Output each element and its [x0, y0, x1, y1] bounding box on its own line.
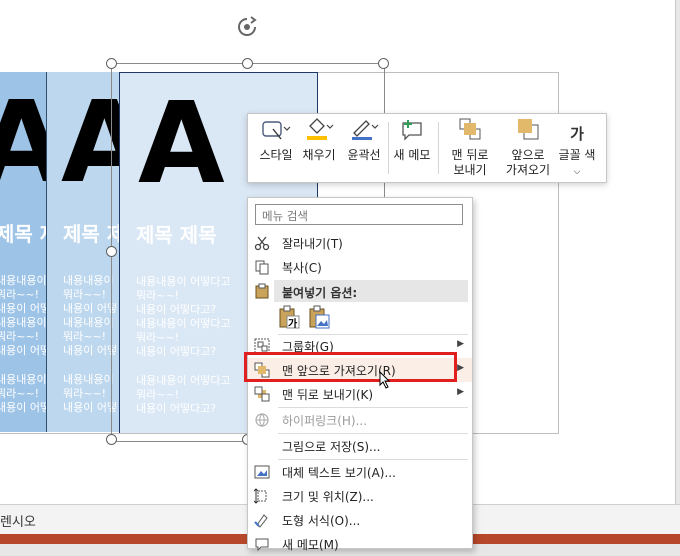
hyperlink-icon [254, 412, 270, 428]
outline-pen-icon [349, 117, 379, 144]
style-button[interactable]: 스타일 [254, 118, 298, 178]
menu-item-cut[interactable]: 잘라내기(T) [248, 231, 472, 255]
resize-handle-top[interactable] [242, 58, 253, 69]
card-title: 제목 제 [63, 222, 121, 246]
toolbar-separator [438, 122, 439, 174]
card-letter: A [138, 79, 225, 209]
scissors-icon [254, 235, 270, 251]
bring-forward-icon [516, 117, 540, 144]
submenu-arrow-icon: ▶ [457, 363, 464, 373]
toolbar-separator [388, 122, 389, 174]
menu-item-save-as-picture[interactable]: 그림으로 저장(S)... [248, 434, 472, 458]
menu-item-hyperlink: 하이퍼링크(H)... [248, 408, 472, 432]
status-text: 렌시오 [0, 515, 36, 530]
menu-item-alt-text[interactable]: 대체 텍스트 보기(A)... [248, 460, 472, 484]
fill-bucket-icon [304, 117, 334, 144]
paste-options-header: 붙여넣기 옵션: [274, 280, 468, 302]
new-comment-icon [254, 536, 270, 552]
new-comment-button[interactable]: 새 메모 [390, 118, 434, 178]
resize-handle-bottom-left[interactable] [106, 434, 117, 445]
send-to-back-icon [254, 386, 270, 402]
menu-item-format-shape[interactable]: 도형 서식(O)... [248, 508, 472, 532]
chevron-down-icon: ⌵ [573, 167, 581, 177]
copy-icon [254, 259, 270, 275]
font-color-button[interactable]: 가 글꼴 색 ⌵ [554, 118, 600, 178]
card-body-bottom: 내용내용이 뭐라~~! 내용이 어떻 [63, 373, 118, 414]
format-shape-icon [254, 512, 270, 528]
card-letter: A [61, 78, 121, 208]
group-icon [254, 338, 270, 354]
font-color-icon: 가 [570, 125, 584, 143]
card-shape-1[interactable]: A 제목 제 내용내용이뭐라~~!내용이 어떻내용내용이뭐라~~!내용이 어떻 … [0, 72, 48, 432]
mouse-cursor-icon [379, 370, 391, 393]
submenu-arrow-icon: ▶ [457, 387, 464, 397]
card-body-bottom: 내용내용이 뭐라~~! 내용이 어떻 [0, 373, 48, 414]
paste-as-picture-button[interactable] [308, 305, 330, 329]
card-letter: A [0, 78, 48, 208]
alt-text-icon [254, 464, 270, 480]
bring-to-front-icon [254, 362, 270, 378]
fill-button[interactable]: 채우기 [298, 118, 340, 178]
resize-handle-top-right[interactable] [378, 58, 389, 69]
new-comment-icon [399, 119, 425, 144]
size-position-icon [253, 488, 270, 504]
send-to-back-icon [458, 117, 482, 144]
card-title: 제목 제 [0, 222, 48, 246]
menu-item-bring-to-front[interactable]: 맨 앞으로 가져오기(R) ▶ [248, 358, 472, 382]
menu-item-send-to-back[interactable]: 맨 뒤로 보내기(K) ▶ [248, 382, 472, 406]
menu-item-copy[interactable]: 복사(C) [248, 255, 472, 279]
outline-button[interactable]: 윤곽선 [342, 118, 386, 178]
send-to-back-button[interactable]: 맨 뒤로 보내기 [442, 118, 498, 178]
paste-icon [254, 283, 270, 299]
card-title: 제목 제목 [136, 223, 217, 247]
resize-handle-left[interactable] [106, 246, 117, 257]
paste-keep-text-only-button[interactable]: 가 [278, 305, 300, 330]
context-menu: 메뉴 검색 잘라내기(T) 복사(C) 붙여넣기 옵션: 가 그룹화(G) ▶ … [247, 197, 473, 552]
resize-handle-top-left[interactable] [106, 58, 117, 69]
menu-item-new-comment[interactable]: 새 메모(M) [248, 532, 472, 556]
rotate-handle-icon[interactable] [236, 16, 258, 38]
menu-item-group[interactable]: 그룹화(G) ▶ [248, 334, 472, 358]
menu-search-input[interactable]: 메뉴 검색 [255, 204, 463, 225]
card-body-bottom: 내용내용이 어떻다고 뭐라~~! 내용이 어떻다고? [136, 374, 231, 415]
submenu-arrow-icon: ▶ [457, 339, 464, 349]
paste-option-buttons: 가 [278, 305, 338, 331]
bring-forward-button[interactable]: 앞으로 가져오기 [500, 118, 556, 178]
style-icon [261, 119, 291, 144]
menu-item-size-position[interactable]: 크기 및 위치(Z)... [248, 484, 472, 508]
mini-toolbar: 스타일 채우기 윤곽선 새 메모 맨 뒤로 보내기 앞으로 가져오기 가 글꼴 … [247, 113, 607, 183]
